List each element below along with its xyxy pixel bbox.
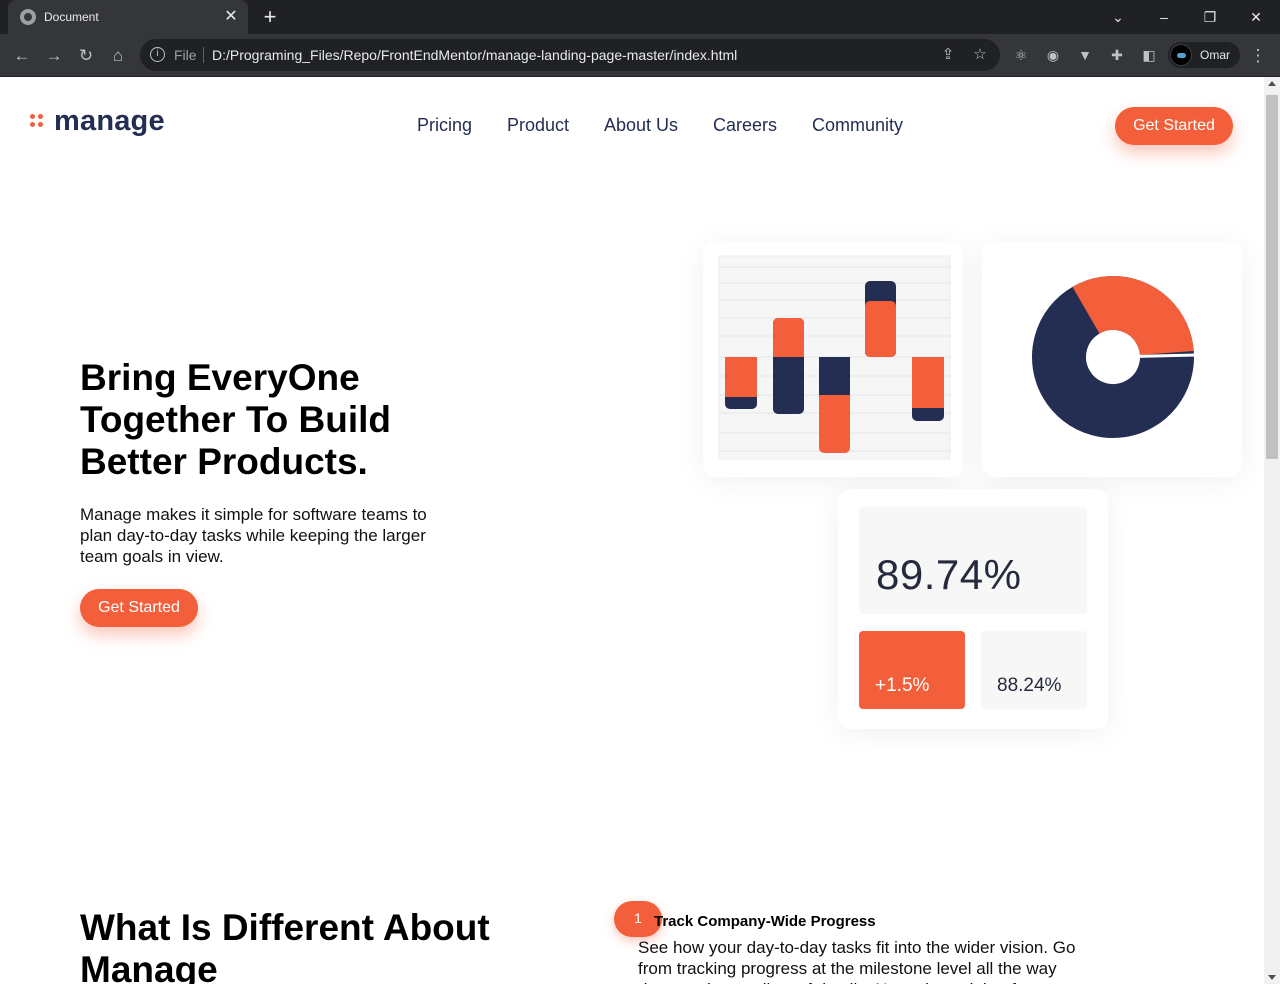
page-viewport: manage Pricing Product About Us Careers … xyxy=(0,77,1264,984)
donut-chart-card xyxy=(982,241,1242,477)
menu-icon[interactable]: ⋮ xyxy=(1246,44,1270,68)
delta-stat-box: +1.5% xyxy=(859,631,965,709)
home-icon[interactable]: ⌂ xyxy=(106,44,130,68)
tab-close-icon[interactable]: ✕ xyxy=(222,8,240,26)
nav-about-us[interactable]: About Us xyxy=(604,115,678,136)
main-nav: Pricing Product About Us Careers Communi… xyxy=(0,115,1264,139)
scrollbar-thumb[interactable] xyxy=(1266,95,1278,459)
divider xyxy=(203,47,204,63)
page-scrollbar[interactable] xyxy=(1264,77,1280,984)
vue-devtools-icon[interactable]: ▼ xyxy=(1074,44,1096,66)
main-stat-box: 89.74% xyxy=(859,507,1087,614)
bookmark-star-icon[interactable]: ☆ xyxy=(970,45,990,65)
delta-stat-value: +1.5% xyxy=(875,675,930,696)
donut-chart-illustration xyxy=(1032,276,1197,438)
tab-search-icon[interactable]: ⌄ xyxy=(1106,5,1130,29)
extension-icon[interactable]: ◉ xyxy=(1042,44,1064,66)
secondary-stat-value: 88.24% xyxy=(997,675,1062,696)
browser-tab-bar: Document ✕ + ⌄ – ❐ ✕ xyxy=(0,0,1280,34)
secondary-stat-box: 88.24% xyxy=(981,631,1087,709)
nav-careers[interactable]: Careers xyxy=(713,115,777,136)
minimize-icon[interactable]: – xyxy=(1152,5,1176,29)
url-scheme: File xyxy=(174,47,197,63)
profile-name: Omar xyxy=(1200,48,1230,62)
url-text[interactable]: D:/Programing_Files/Repo/FrontEndMentor/… xyxy=(212,47,737,63)
new-tab-button[interactable]: + xyxy=(258,5,282,29)
feature-title: Track Company-Wide Progress xyxy=(654,913,876,930)
hero-subtitle: Manage makes it simple for software team… xyxy=(80,505,427,566)
side-panel-icon[interactable]: ◧ xyxy=(1138,44,1160,66)
header-get-started-button[interactable]: Get Started xyxy=(1115,107,1233,145)
reload-icon[interactable]: ↻ xyxy=(74,44,98,68)
scroll-up-icon[interactable] xyxy=(1268,81,1276,86)
hero-title: Bring EveryOne Together To Build Better … xyxy=(80,357,392,482)
tab-title: Document xyxy=(44,10,99,24)
puzzle-icon[interactable]: ✚ xyxy=(1106,44,1128,66)
share-icon[interactable]: ⇪ xyxy=(938,45,958,65)
nav-community[interactable]: Community xyxy=(812,115,903,136)
globe-icon xyxy=(20,9,36,25)
react-devtools-icon[interactable]: ⚛ xyxy=(1010,44,1032,66)
close-window-icon[interactable]: ✕ xyxy=(1244,5,1268,29)
forward-icon[interactable]: → xyxy=(42,44,66,68)
section-title: What Is Different About Manage xyxy=(80,907,490,984)
main-stat-value: 89.74% xyxy=(876,551,1022,598)
back-icon[interactable]: ← xyxy=(10,44,34,68)
nav-pricing[interactable]: Pricing xyxy=(417,115,472,136)
nav-product[interactable]: Product xyxy=(507,115,569,136)
scroll-down-icon[interactable] xyxy=(1268,975,1276,980)
info-icon[interactable]: i xyxy=(150,47,165,62)
browser-tab[interactable]: Document ✕ xyxy=(8,0,248,34)
profile-button[interactable]: Omar xyxy=(1168,42,1240,68)
avatar xyxy=(1170,44,1192,66)
address-bar[interactable]: i File D:/Programing_Files/Repo/FrontEnd… xyxy=(140,39,1000,71)
bar-chart-card xyxy=(703,241,963,477)
browser-toolbar: ← → ↻ ⌂ i File D:/Programing_Files/Repo/… xyxy=(0,34,1280,77)
restore-icon[interactable]: ❐ xyxy=(1198,5,1222,29)
feature-text: See how your day-to-day tasks fit into t… xyxy=(638,938,1076,984)
stats-card: 89.74% +1.5% 88.24% xyxy=(838,489,1108,729)
hero-get-started-button[interactable]: Get Started xyxy=(80,589,198,627)
bar-chart-illustration xyxy=(718,255,951,460)
